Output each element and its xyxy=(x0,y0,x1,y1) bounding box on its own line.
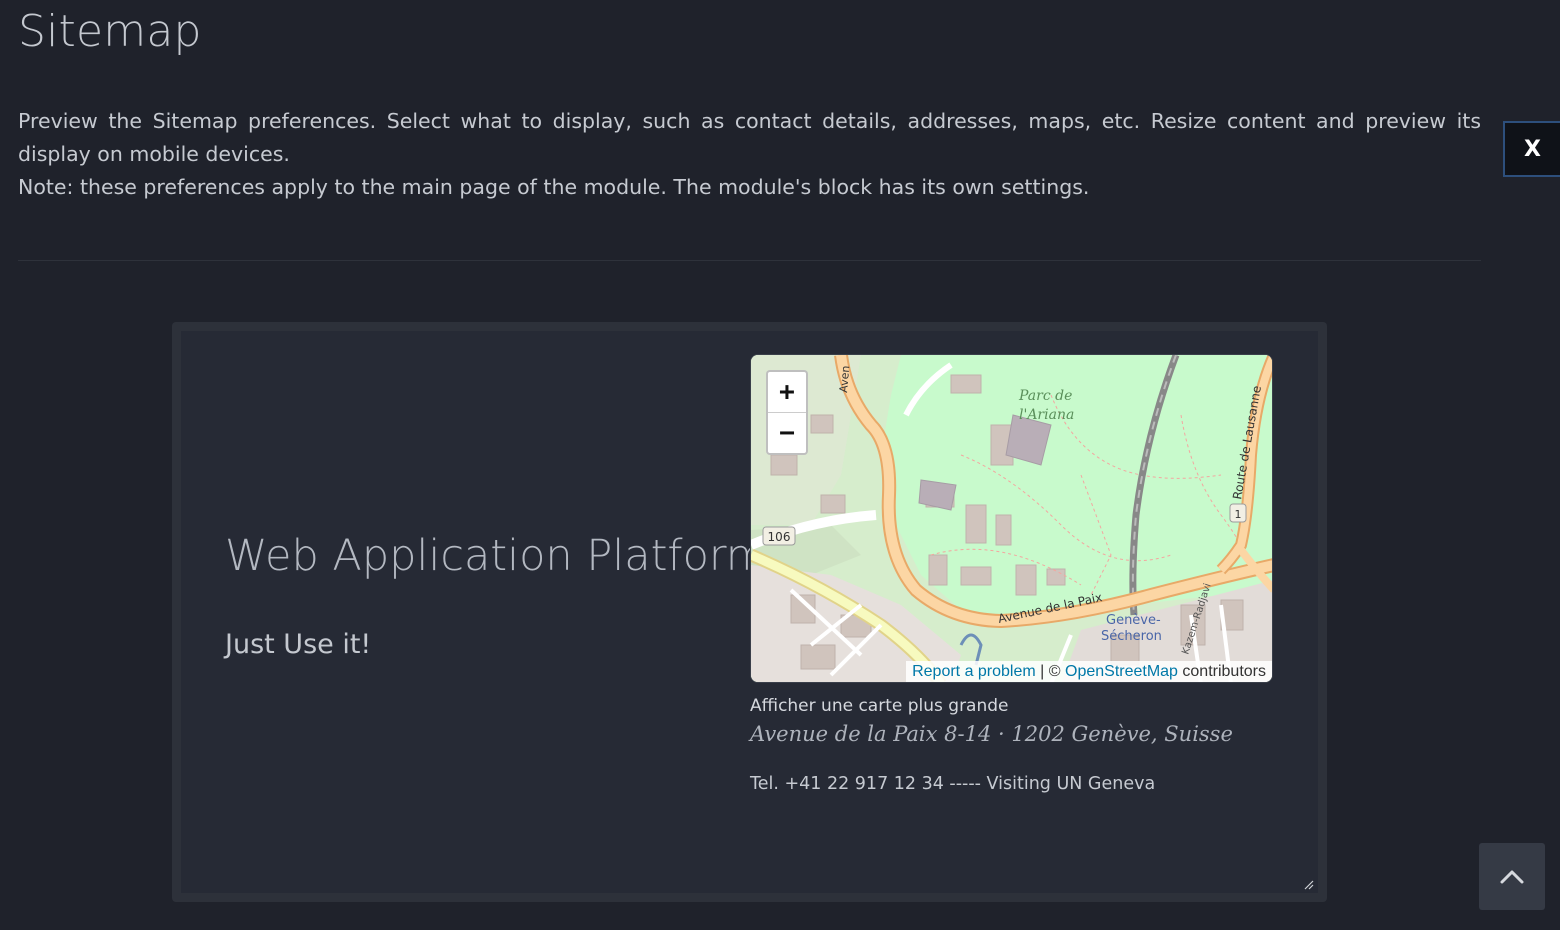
intro-description: Preview the Sitemap preferences. Select … xyxy=(18,109,1481,166)
map-route-shield-1: 1 xyxy=(1235,508,1242,521)
zoom-out-button[interactable]: − xyxy=(768,413,806,453)
map-tiles[interactable]: Parc de l'Ariana Avenue de la Paix Route… xyxy=(751,355,1273,683)
divider xyxy=(18,260,1481,261)
map-label-station-line1: Genève- xyxy=(1106,613,1161,628)
map-route-shield-106: 106 xyxy=(768,530,791,544)
preview-frame: Web Application Platform Just Use it! Pa… xyxy=(172,322,1327,902)
preview-content: Web Application Platform Just Use it! Pa… xyxy=(181,331,1318,893)
back-to-top-button[interactable] xyxy=(1479,843,1545,910)
platform-slogan: Just Use it! xyxy=(225,629,372,660)
map[interactable]: Parc de l'Ariana Avenue de la Paix Route… xyxy=(750,354,1273,683)
contact-line: Tel. +41 22 917 12 34 ----- Visiting UN … xyxy=(750,774,1156,794)
attribution-contributors: contributors xyxy=(1177,663,1266,680)
intro-note: Note: these preferences apply to the mai… xyxy=(18,175,1090,199)
zoom-in-button[interactable]: + xyxy=(768,372,806,413)
map-label-station-line2: Sécheron xyxy=(1101,629,1162,644)
close-button[interactable]: X xyxy=(1503,121,1560,177)
address: Avenue de la Paix 8-14 · 1202 Genève, Su… xyxy=(750,722,1233,746)
resize-handle-icon[interactable] xyxy=(1304,880,1314,890)
intro-text: Preview the Sitemap preferences. Select … xyxy=(18,105,1481,204)
platform-title: Web Application Platform xyxy=(225,531,768,581)
map-label-avenue-short: Aven xyxy=(837,365,852,393)
larger-map-link[interactable]: Afficher une carte plus grande xyxy=(750,696,1009,716)
chevron-up-icon xyxy=(1500,870,1524,883)
report-problem-link[interactable]: Report a problem xyxy=(912,663,1036,680)
openstreetmap-link[interactable]: OpenStreetMap xyxy=(1065,663,1178,680)
map-label-park-line1: Parc de xyxy=(1018,388,1072,404)
map-zoom-control: + − xyxy=(766,370,808,455)
map-attribution: Report a problem | © OpenStreetMap contr… xyxy=(906,661,1272,682)
attribution-separator: | © xyxy=(1035,663,1065,680)
map-label-park-line2: l'Ariana xyxy=(1019,407,1074,423)
page-title: Sitemap xyxy=(18,6,202,57)
